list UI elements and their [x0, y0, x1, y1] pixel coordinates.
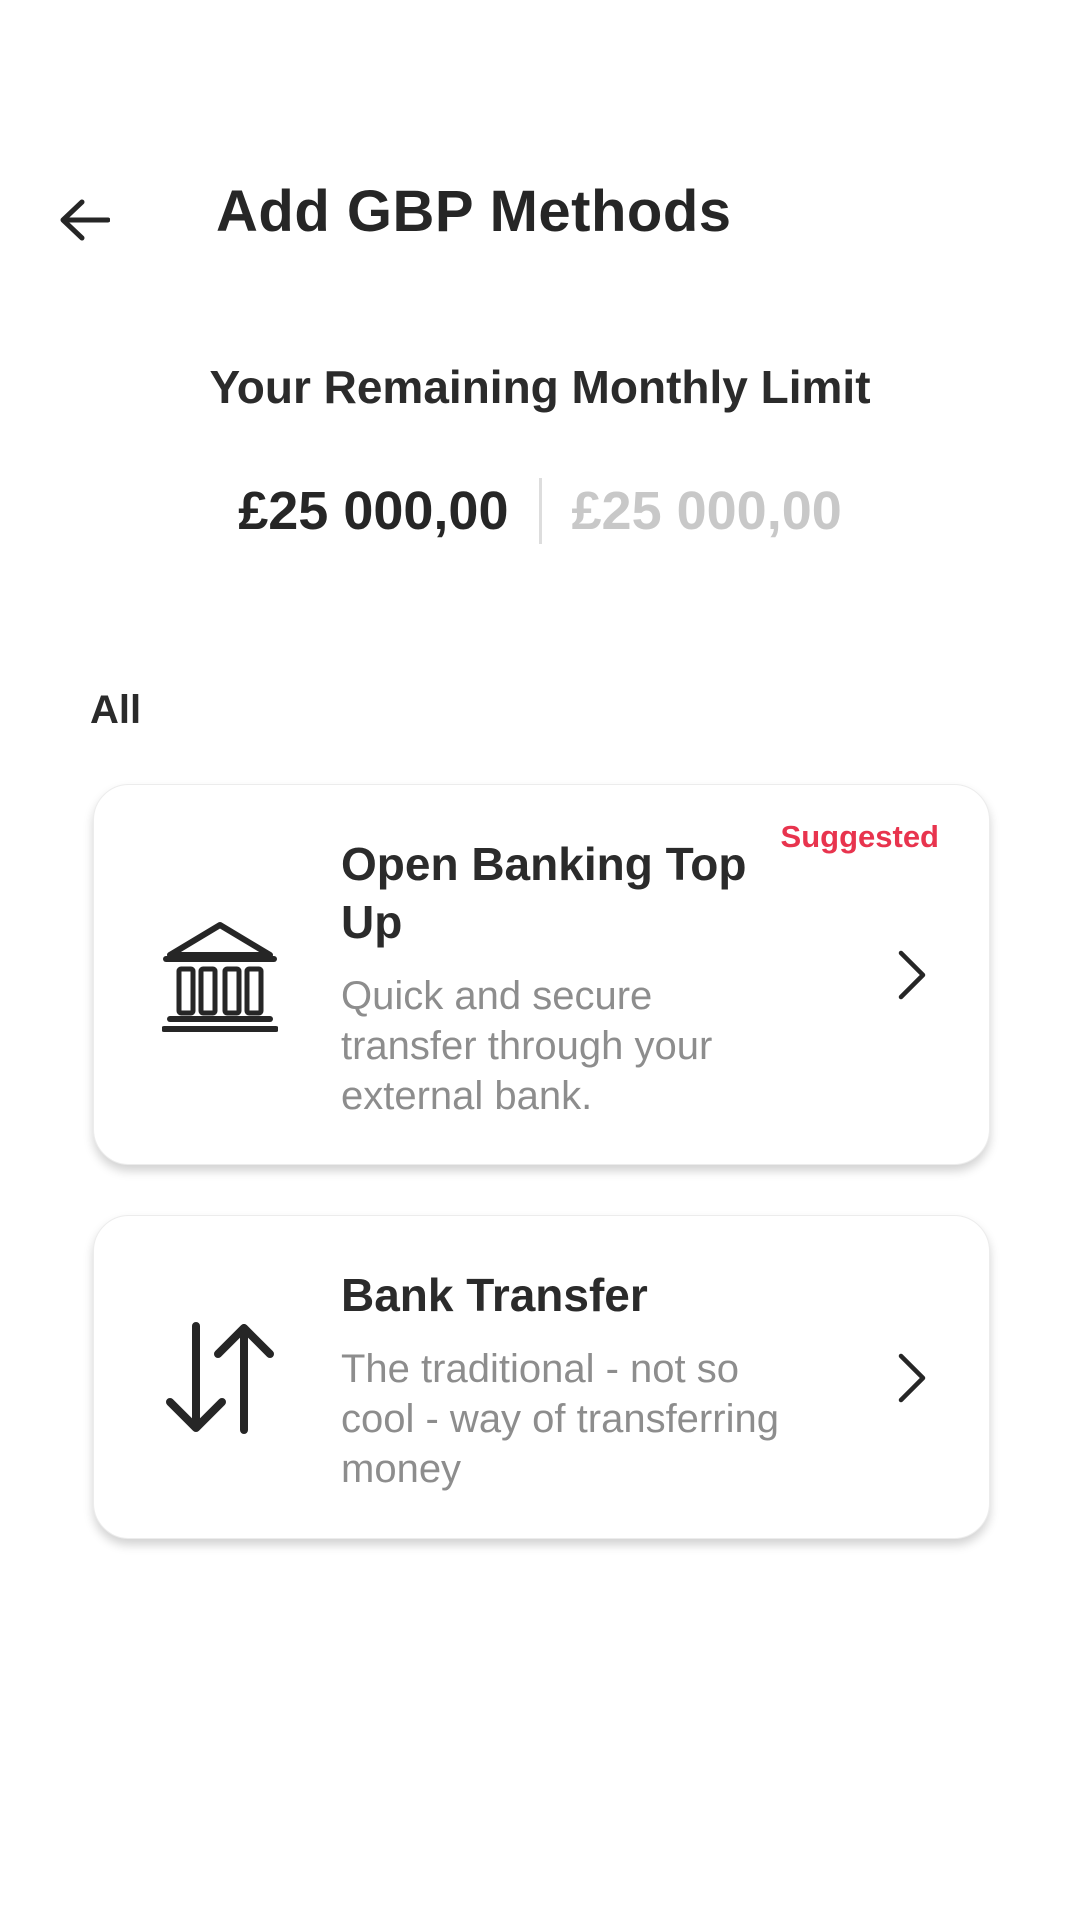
page-title: Add GBP Methods — [216, 179, 732, 244]
total-limit-amount: £25 000,00 — [571, 481, 842, 541]
method-title: Open Banking Top Up — [341, 838, 747, 948]
chevron-right-icon — [898, 1353, 926, 1403]
header: Add GBP Methods — [0, 160, 1080, 260]
page: Add GBP Methods Your Remaining Monthly L… — [0, 0, 1080, 1920]
limit-divider — [538, 478, 542, 544]
monthly-limit-label: Your Remaining Monthly Limit — [209, 361, 871, 413]
bank-icon — [162, 922, 278, 1032]
method-description: Quick and secure transfer through your e… — [341, 974, 713, 1118]
suggested-badge: Suggested — [780, 819, 939, 854]
method-description: The traditional - not so cool - way of t… — [341, 1347, 779, 1491]
arrow-left-icon — [60, 199, 110, 241]
transfer-arrows-icon — [166, 1322, 274, 1434]
method-card-open-banking[interactable]: Open Banking Top Up Quick and secure tra… — [93, 784, 990, 1165]
method-title: Bank Transfer — [341, 1269, 648, 1321]
method-card-bank-transfer[interactable]: Bank Transfer The traditional - not so c… — [93, 1215, 990, 1539]
monthly-limit-amounts: £25 000,00 £25 000,00 — [0, 478, 1080, 544]
section-label-all: All — [90, 688, 142, 732]
remaining-limit-amount: £25 000,00 — [238, 481, 509, 541]
back-button[interactable] — [48, 184, 120, 256]
chevron-right-icon — [898, 950, 926, 1000]
